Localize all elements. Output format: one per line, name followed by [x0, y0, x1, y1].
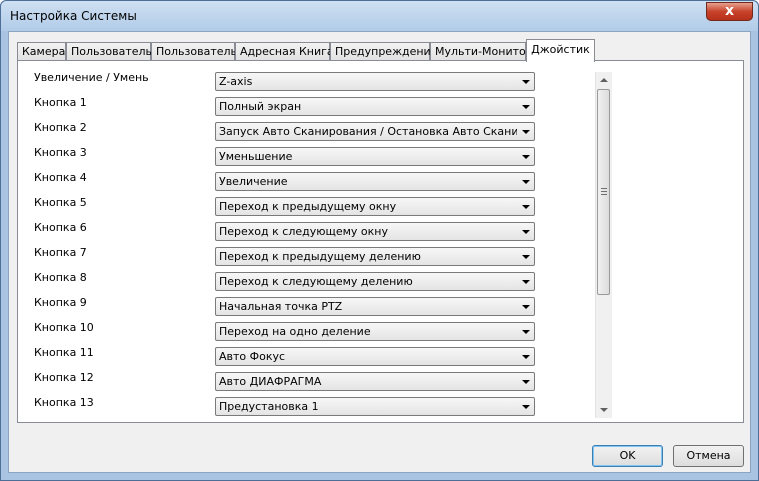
tab-user-1[interactable]: Пользователь	[66, 42, 152, 61]
scroll-down-icon[interactable]	[600, 408, 608, 412]
close-button[interactable]: x	[706, 2, 753, 21]
combo-value: Переход к следующему делению	[219, 275, 413, 288]
combo-value: Переход к предыдущему делению	[219, 250, 421, 263]
row-label: Кнопка 10	[34, 321, 94, 334]
combo-value: Уменьшение	[219, 150, 293, 163]
chevron-down-icon	[522, 205, 530, 209]
row-label: Кнопка 12	[34, 371, 94, 384]
combo-value: Переход к следующему окну	[219, 225, 389, 238]
combo-value: Авто ДИАФРАГМА	[219, 375, 322, 388]
cancel-button[interactable]: Отмена	[673, 445, 744, 467]
chevron-down-icon	[522, 355, 530, 359]
vertical-scrollbar[interactable]	[595, 72, 612, 418]
row-label: Кнопка 6	[34, 221, 87, 234]
button-9-combo[interactable]: Начальная точка PTZ	[215, 297, 535, 316]
button-5-combo[interactable]: Переход к предыдущему окну	[215, 197, 535, 216]
combo-value: Авто Фокус	[219, 350, 286, 363]
button-2-combo[interactable]: Запуск Авто Сканирования / Остановка Авт…	[215, 122, 535, 141]
tab-alert[interactable]: Предупреждение	[330, 42, 437, 61]
button-7-combo[interactable]: Переход к предыдущему делению	[215, 247, 535, 266]
button-1-combo[interactable]: Полный экран	[215, 97, 535, 116]
row-label: Кнопка 5	[34, 196, 87, 209]
combo-value: Увеличение	[219, 175, 288, 188]
row-label: Кнопка 8	[34, 271, 87, 284]
chevron-down-icon	[522, 280, 530, 284]
row-label: Кнопка 4	[34, 171, 87, 184]
dialog-client-area: Камера Пользователь Пользователь Адресна…	[8, 31, 751, 473]
ok-button[interactable]: OK	[592, 445, 663, 467]
chevron-down-icon	[522, 305, 530, 309]
tab-address-book[interactable]: Адресная Книга	[235, 42, 334, 61]
settings-dialog: Настройка Системы x Камера Пользователь …	[0, 0, 759, 481]
combo-value: Z-axis	[219, 75, 253, 88]
chevron-down-icon	[522, 330, 530, 334]
row-label: Кнопка 1	[34, 96, 87, 109]
grip-icon	[601, 188, 607, 195]
chevron-down-icon	[522, 80, 530, 84]
joystick-panel: Увеличение / Умень Z-axis Кнопка 1 Полны…	[17, 60, 744, 423]
combo-value: Переход к предыдущему окну	[219, 200, 397, 213]
scrollbar-thumb[interactable]	[597, 89, 610, 295]
tab-user-2[interactable]: Пользователь	[151, 42, 237, 61]
button-6-combo[interactable]: Переход к следующему окну	[215, 222, 535, 241]
row-label: Кнопка 7	[34, 246, 87, 259]
chevron-down-icon	[522, 130, 530, 134]
scroll-up-icon[interactable]	[600, 78, 608, 82]
button-3-combo[interactable]: Уменьшение	[215, 147, 535, 166]
button-4-combo[interactable]: Увеличение	[215, 172, 535, 191]
row-label: Кнопка 2	[34, 121, 87, 134]
combo-value: Начальная точка PTZ	[219, 300, 343, 313]
chevron-down-icon	[522, 155, 530, 159]
chevron-down-icon	[522, 230, 530, 234]
chevron-down-icon	[522, 380, 530, 384]
button-10-combo[interactable]: Переход на одно деление	[215, 322, 535, 341]
zoom-combo[interactable]: Z-axis	[215, 72, 535, 91]
row-label: Увеличение / Умень	[34, 71, 149, 84]
tab-camera[interactable]: Камера	[17, 42, 66, 61]
tab-joystick[interactable]: Джойстик	[526, 39, 595, 62]
close-icon: x	[724, 3, 735, 19]
chevron-down-icon	[522, 105, 530, 109]
button-12-combo[interactable]: Авто ДИАФРАГМА	[215, 372, 535, 391]
button-11-combo[interactable]: Авто Фокус	[215, 347, 535, 366]
button-8-combo[interactable]: Переход к следующему делению	[215, 272, 535, 291]
combo-value: Запуск Авто Сканирования / Остановка Авт…	[219, 125, 517, 138]
chevron-down-icon	[522, 405, 530, 409]
tab-multi-monitor[interactable]: Мульти-Монитор	[430, 42, 533, 61]
combo-value: Полный экран	[219, 100, 302, 113]
row-label: Кнопка 3	[34, 146, 87, 159]
chevron-down-icon	[522, 180, 530, 184]
combo-value: Предустановка 1	[219, 400, 319, 413]
title-bar[interactable]: Настройка Системы x	[1, 1, 758, 31]
row-label: Кнопка 9	[34, 296, 87, 309]
row-label: Кнопка 13	[34, 396, 94, 409]
button-13-combo[interactable]: Предустановка 1	[215, 397, 535, 416]
chevron-down-icon	[522, 255, 530, 259]
window-title: Настройка Системы	[10, 9, 137, 23]
row-label: Кнопка 11	[34, 346, 94, 359]
combo-value: Переход на одно деление	[219, 325, 371, 338]
